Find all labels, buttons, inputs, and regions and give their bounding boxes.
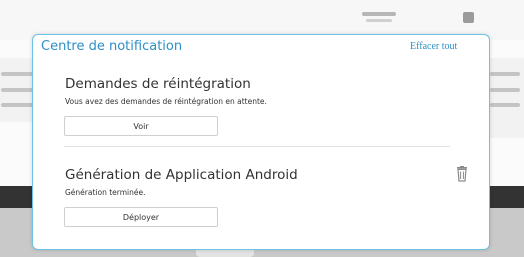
notification-message: Vous avez des demandes de réintégration … [65,97,267,106]
trash-icon[interactable] [455,166,469,182]
notification-divider [64,146,450,147]
notification-title: Demandes de réintégration [65,76,251,92]
panel-title: Centre de notification [41,39,183,54]
background-menu-icon [463,12,474,23]
deploy-button[interactable]: Déployer [64,207,218,227]
notification-title: Génération de Application Android [65,167,298,183]
notification-message: Génération terminée. [65,188,146,197]
clear-all-link[interactable]: Effacer tout [410,41,457,52]
view-button[interactable]: Voir [64,116,218,136]
background-right-panel [486,58,524,138]
notification-center-panel: Centre de notification Effacer tout Dema… [32,34,490,250]
